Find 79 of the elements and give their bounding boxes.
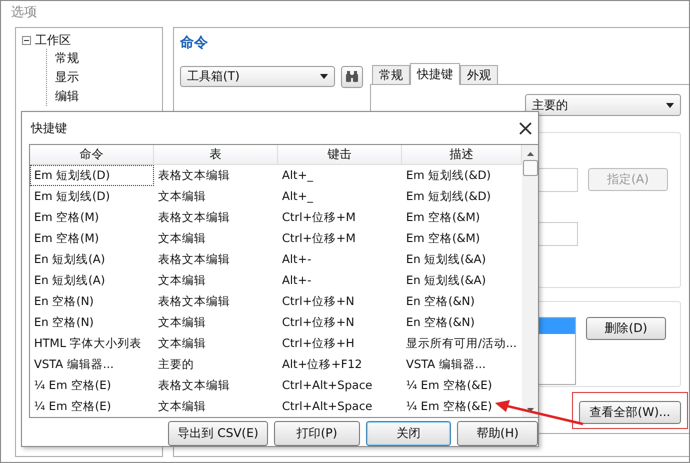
- view-all-button[interactable]: 查看全部(W)...: [579, 401, 681, 424]
- table-cell-text: Alt+-: [281, 272, 312, 289]
- table-cell-text: 表格文本编辑: [157, 293, 231, 310]
- dialog-button[interactable]: 关闭: [366, 421, 451, 446]
- find-button[interactable]: [341, 66, 363, 88]
- table-cell: Em 短划线(D): [30, 165, 154, 186]
- tab[interactable]: 快捷键: [410, 63, 460, 85]
- close-icon[interactable]: [519, 122, 532, 134]
- table-cell-text: Em 短划线(D): [33, 188, 111, 205]
- collapse-icon[interactable]: [22, 36, 31, 45]
- window-title: 选项: [10, 4, 38, 22]
- table-cell-text: En 短划线(A): [33, 272, 106, 289]
- table-cell-text: 文本编辑: [157, 230, 207, 247]
- table-cell-text: Alt+_: [281, 167, 314, 184]
- dropdown-arrow-icon[interactable]: [320, 74, 328, 79]
- table-cell-text: 表格文本编辑: [157, 167, 231, 184]
- table-cell-text: Ctrl+Alt+Space: [281, 377, 374, 394]
- dialog-title: 快捷键: [31, 120, 67, 136]
- table-cell-text: En 短划线(&A): [405, 251, 488, 268]
- table-cell-text: Ctrl+位移+M: [281, 209, 357, 226]
- table-cell-text: ¼ Em 空格(E): [33, 377, 112, 394]
- table-cell-text: 表格文本编辑: [157, 377, 231, 394]
- table-cell-text: En 短划线(A): [33, 251, 106, 268]
- table-cell-text: 文本编辑: [157, 272, 207, 289]
- shortcut-table-dropdown[interactable]: 主要的: [525, 94, 681, 116]
- column-header[interactable]: 键击: [278, 145, 402, 164]
- table-cell-text: Em 空格(&M): [405, 209, 481, 226]
- dropdown-arrow-icon[interactable]: [666, 102, 674, 108]
- delete-button[interactable]: 删除(D): [586, 317, 666, 340]
- table-cell-text: Ctrl+位移+H: [281, 335, 356, 352]
- table-cell-text: Ctrl+位移+M: [281, 230, 357, 247]
- table-cell-text: 文本编辑: [157, 188, 207, 205]
- table-cell-text: ¼ Em 空格(E): [33, 398, 112, 415]
- table-cell-text: Em 空格(M): [33, 209, 100, 226]
- table-cell-text: ¼ Em 空格(&E): [405, 398, 494, 415]
- tree-item[interactable]: 常规: [55, 50, 79, 67]
- binoculars-icon: [345, 71, 359, 83]
- category-dropdown[interactable]: 工具箱(T): [180, 66, 335, 87]
- dialog-button[interactable]: 导出到 CSV(E): [168, 421, 268, 446]
- table-cell-text: VSTA 编辑器...: [33, 356, 115, 373]
- table-cell-text: 文本编辑: [157, 335, 207, 352]
- column-header[interactable]: 表: [154, 145, 278, 164]
- table-cell-text: 表格文本编辑: [157, 251, 231, 268]
- table-cell-text: Em 空格(&M): [405, 230, 481, 247]
- table-cell-text: En 空格(&N): [405, 293, 476, 310]
- table-cell-text: 显示所有可用/活动...: [405, 335, 518, 352]
- table-cell-text: 主要的: [157, 356, 195, 373]
- dialog-button[interactable]: 打印(P): [274, 421, 360, 446]
- table-cell-text: VSTA 编辑器...: [405, 356, 487, 373]
- table-cell-text: En 空格(N): [33, 314, 95, 331]
- section-title: 命令: [180, 34, 209, 53]
- scroll-up-icon[interactable]: [526, 152, 534, 156]
- column-header[interactable]: 命令: [30, 145, 154, 164]
- table-cell-text: En 空格(N): [33, 293, 95, 310]
- tree-item[interactable]: 工作区: [35, 32, 71, 49]
- table-cell-text: En 短划线(&A): [405, 272, 488, 289]
- table-cell-text: ¼ Em 空格(&E): [405, 377, 494, 394]
- tab[interactable]: 外观: [460, 65, 498, 84]
- table-cell-text: 表格文本编辑: [157, 209, 231, 226]
- table-cell-text: En 空格(&N): [405, 314, 476, 331]
- table-cell-text: 文本编辑: [157, 398, 207, 415]
- table-cell-text: 文本编辑: [157, 314, 207, 331]
- dialog-button[interactable]: 帮助(H): [457, 421, 538, 446]
- table-cell-text: Ctrl+Alt+Space: [281, 398, 374, 415]
- tree-item[interactable]: 显示: [55, 69, 79, 86]
- scroll-thumb[interactable]: [522, 160, 538, 176]
- table-cell-text: HTML 字体大小列表: [33, 335, 143, 352]
- tab[interactable]: 常规: [372, 65, 410, 84]
- scrollbar[interactable]: [522, 145, 538, 417]
- table-cell-text: Ctrl+位移+N: [281, 293, 356, 310]
- table-cell-text: Alt+位移+F12: [281, 356, 364, 373]
- table-cell-text: Em 空格(M): [33, 230, 100, 247]
- table-cell-text: Alt+-: [281, 251, 312, 268]
- table-cell-text: Alt+_: [281, 188, 314, 205]
- scroll-down-icon[interactable]: [526, 408, 534, 412]
- table-cell-text: Em 短划线(&D): [405, 188, 492, 205]
- tree-item[interactable]: 编辑: [55, 88, 79, 105]
- table-cell-text: Em 短划线(&D): [405, 167, 492, 184]
- table-cell-text: Ctrl+位移+N: [281, 314, 356, 331]
